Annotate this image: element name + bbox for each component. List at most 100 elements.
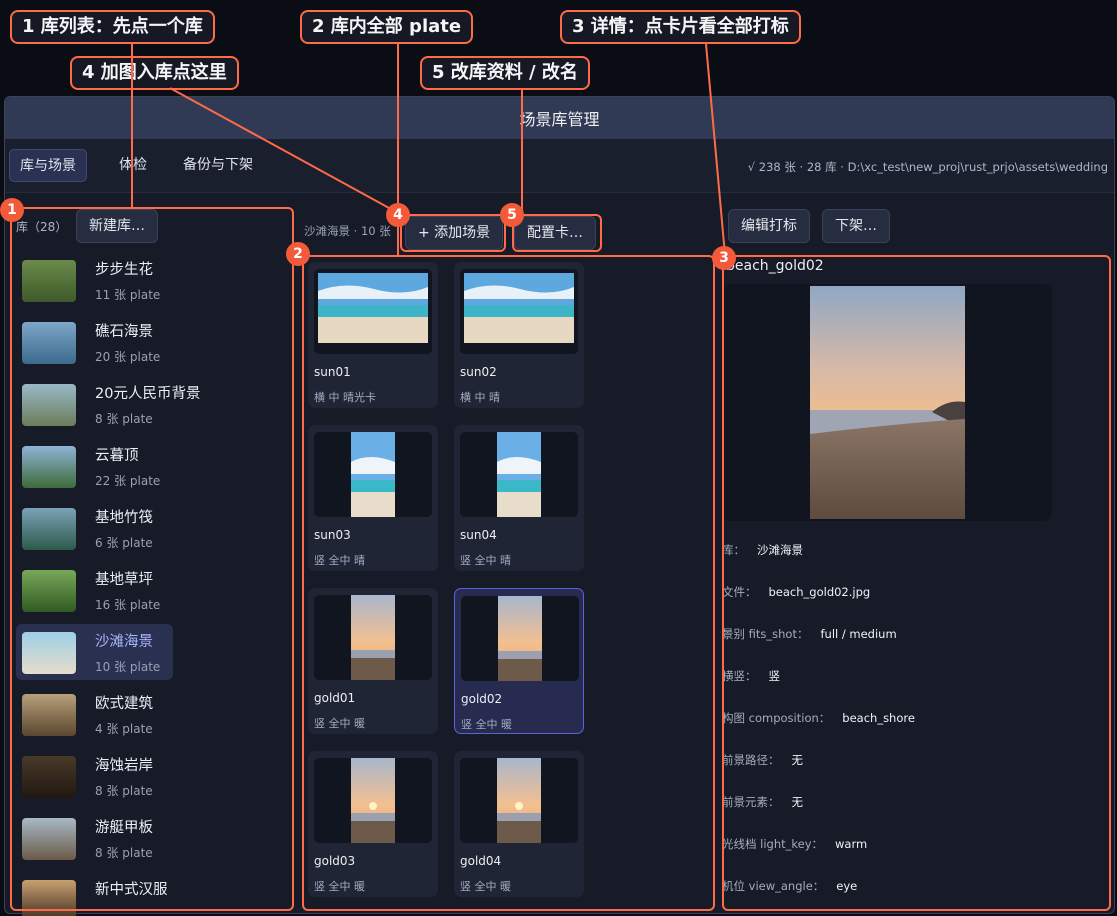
detail-field-key: 光线档 light_key： bbox=[722, 837, 824, 851]
plate-card[interactable]: sun03 竖 全中 晴 bbox=[308, 425, 438, 571]
detail-field-key: 文件： bbox=[722, 585, 757, 599]
plate-card[interactable]: sun02 横 中 晴 bbox=[454, 262, 584, 408]
plate-name: gold04 bbox=[460, 854, 502, 868]
library-item[interactable]: 欧式建筑 4 张 plate bbox=[16, 686, 173, 742]
detail-field-key: 机位 view_angle： bbox=[722, 879, 825, 893]
sunset-beach-photo bbox=[498, 596, 542, 681]
library-name: 20元人民币背景 bbox=[95, 386, 201, 402]
library-thumbnail bbox=[22, 508, 76, 550]
detail-field: 库： 沙滩海景 bbox=[722, 542, 803, 558]
library-thumbnail bbox=[22, 446, 76, 488]
detail-title: beach_gold02 bbox=[726, 258, 824, 274]
detail-field: 光线档 light_key： warm bbox=[722, 836, 867, 852]
plate-tags: 横 中 晴光卡 bbox=[314, 391, 376, 404]
library-item[interactable]: 海蚀岩岸 8 张 plate bbox=[16, 748, 173, 804]
plate-name: gold02 bbox=[461, 692, 503, 706]
library-thumbnail bbox=[22, 880, 76, 916]
library-item[interactable]: 新中式汉服 bbox=[16, 872, 173, 916]
library-item[interactable]: 基地竹筏 6 张 plate bbox=[16, 500, 173, 556]
add-scene-button[interactable]: + 添加场景 bbox=[405, 216, 504, 250]
library-name: 游艇甲板 bbox=[95, 820, 153, 836]
plate-card[interactable]: gold02 竖 全中 暖 bbox=[454, 588, 584, 734]
badge-5: 5 bbox=[500, 203, 524, 227]
detail-field-key: 横竖： bbox=[722, 669, 757, 683]
library-thumbnail bbox=[22, 322, 76, 364]
plate-card[interactable]: gold01 竖 全中 暖 bbox=[308, 588, 438, 734]
library-name: 步步生花 bbox=[95, 262, 153, 278]
plate-card[interactable]: gold04 竖 全中 暖 bbox=[454, 751, 584, 897]
beach-photo bbox=[464, 273, 574, 343]
detail-field-key: 前景路径： bbox=[722, 753, 780, 767]
title-bar: 场景库管理 bbox=[5, 97, 1114, 139]
library-thumbnail bbox=[22, 632, 76, 674]
detail-preview-image bbox=[722, 284, 1052, 521]
detail-field-value: 无 bbox=[791, 795, 804, 809]
detail-field-value: full / medium bbox=[820, 627, 897, 641]
tab-health-check[interactable]: 体检 bbox=[109, 149, 157, 182]
library-item[interactable]: 基地草坪 16 张 plate bbox=[16, 562, 173, 618]
detail-field: 前景元素： 无 bbox=[722, 794, 803, 810]
library-name: 基地草坪 bbox=[95, 572, 153, 588]
detail-field-key: 景别 fits_shot： bbox=[722, 627, 809, 641]
plate-thumbnail bbox=[460, 758, 578, 843]
tab-bar: 库与场景 体检 备份与下架 √ 238 张 · 28 库 · D:\xc_tes… bbox=[5, 139, 1114, 193]
plate-name: gold03 bbox=[314, 854, 356, 868]
library-plate-count: 8 张 plate bbox=[95, 412, 153, 426]
plate-thumbnail bbox=[314, 758, 432, 843]
library-item[interactable]: 礁石海景 20 张 plate bbox=[16, 314, 173, 370]
callout-library-list: 1 库列表：先点一个库 bbox=[10, 10, 215, 44]
plate-tags: 横 中 晴 bbox=[460, 391, 500, 404]
plate-card[interactable]: sun04 竖 全中 晴 bbox=[454, 425, 584, 571]
detail-field-value: beach_shore bbox=[842, 711, 915, 725]
beach-photo bbox=[351, 432, 395, 517]
library-item[interactable]: 游艇甲板 8 张 plate bbox=[16, 810, 173, 866]
detail-field-value: 沙滩海景 bbox=[757, 543, 803, 557]
new-library-button[interactable]: 新建库… bbox=[76, 209, 158, 243]
config-card-button[interactable]: 配置卡… bbox=[514, 216, 596, 250]
sunset-beach-image bbox=[810, 286, 965, 519]
tab-libraries[interactable]: 库与场景 bbox=[9, 149, 87, 182]
library-name: 新中式汉服 bbox=[95, 882, 168, 898]
plate-tags: 竖 全中 暖 bbox=[314, 717, 365, 730]
plate-card[interactable]: sun01 横 中 晴光卡 bbox=[308, 262, 438, 408]
callout-plates: 2 库内全部 plate bbox=[300, 10, 474, 44]
window-title: 场景库管理 bbox=[519, 110, 600, 129]
library-item[interactable]: 20元人民币背景 8 张 plate bbox=[16, 376, 200, 432]
edit-tags-button[interactable]: 编辑打标 bbox=[728, 209, 810, 243]
sunset-beach-photo bbox=[497, 758, 541, 843]
library-plate-count: 4 张 plate bbox=[95, 722, 153, 736]
plate-thumbnail bbox=[314, 595, 432, 680]
detail-field: 景别 fits_shot： full / medium bbox=[722, 626, 897, 642]
library-name: 海蚀岩岸 bbox=[95, 758, 153, 774]
plate-tags: 竖 全中 暖 bbox=[460, 880, 511, 893]
plate-thumbnail bbox=[314, 432, 432, 517]
plate-card[interactable]: gold03 竖 全中 暖 bbox=[308, 751, 438, 897]
remove-plate-button[interactable]: 下架… bbox=[822, 209, 890, 243]
detail-field-key: 库： bbox=[722, 543, 745, 557]
library-thumbnail bbox=[22, 384, 76, 426]
plate-name: sun04 bbox=[460, 528, 497, 542]
library-item[interactable]: 云暮顶 22 张 plate bbox=[16, 438, 173, 494]
library-name: 沙滩海景 bbox=[95, 634, 153, 650]
library-item[interactable]: 沙滩海景 10 张 plate bbox=[16, 624, 173, 680]
library-thumbnail bbox=[22, 570, 76, 612]
plate-thumbnail bbox=[460, 432, 578, 517]
status-text: √ 238 张 · 28 库 · D:\xc_test\new_proj\rus… bbox=[747, 160, 1108, 174]
detail-field-value: beach_gold02.jpg bbox=[768, 585, 871, 599]
library-plate-count: 20 张 plate bbox=[95, 350, 161, 364]
plate-tags: 竖 全中 晴 bbox=[460, 554, 511, 567]
detail-field-value: warm bbox=[835, 837, 868, 851]
detail-field: 横竖： 竖 bbox=[722, 668, 780, 684]
tab-backup-remove[interactable]: 备份与下架 bbox=[173, 149, 263, 182]
library-item[interactable]: 步步生花 11 张 plate bbox=[16, 252, 173, 308]
detail-field: 机位 view_angle： eye bbox=[722, 878, 857, 894]
plate-name: sun02 bbox=[460, 365, 497, 379]
library-name: 基地竹筏 bbox=[95, 510, 153, 526]
plate-name: sun03 bbox=[314, 528, 351, 542]
library-plate-count: 22 张 plate bbox=[95, 474, 161, 488]
library-name: 礁石海景 bbox=[95, 324, 153, 340]
plate-name: gold01 bbox=[314, 691, 356, 705]
library-plate-count: 16 张 plate bbox=[95, 598, 161, 612]
plate-thumbnail bbox=[461, 596, 579, 681]
badge-1: 1 bbox=[0, 198, 24, 222]
